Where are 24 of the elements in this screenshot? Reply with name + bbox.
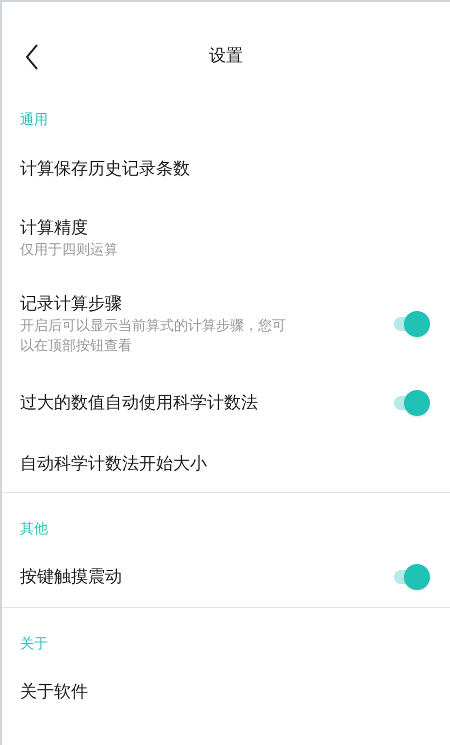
- setting-label: 计算精度: [20, 217, 89, 240]
- settings-row[interactable]: 计算保存历史记录条数: [2, 140, 450, 198]
- setting-label: 过大的数值自动使用科学计数法: [20, 392, 259, 415]
- settings-row[interactable]: 自动科学计数法开始大小: [2, 436, 450, 492]
- settings-row[interactable]: 记录计算步骤 开启后可以显示当前算式的计算步骤，您可以在顶部按钮查看: [2, 278, 450, 370]
- setting-description: 开启后可以显示当前算式的计算步骤，您可以在顶部按钮查看: [20, 317, 287, 356]
- section-header: 其他: [20, 520, 49, 539]
- toggle-switch[interactable]: [392, 390, 430, 416]
- back-icon: [25, 44, 39, 70]
- settings-row[interactable]: 计算精度 仅用于四则运算: [2, 198, 450, 278]
- setting-label: 自动科学计数法开始大小: [20, 453, 208, 476]
- settings-row[interactable]: 按键触摸震动: [2, 547, 450, 607]
- section-header: 通用: [20, 111, 49, 130]
- toggle-switch[interactable]: [392, 311, 430, 337]
- setting-label: 记录计算步骤: [20, 293, 123, 316]
- setting-label: 关于软件: [20, 681, 89, 704]
- setting-description: 仅用于四则运算: [20, 241, 119, 260]
- setting-label: 计算保存历史记录条数: [20, 158, 191, 181]
- setting-label: 按键触摸震动: [20, 566, 123, 589]
- toggle-switch[interactable]: [392, 564, 430, 590]
- page-title: 设置: [209, 45, 243, 68]
- settings-row[interactable]: 过大的数值自动使用科学计数法: [2, 370, 450, 436]
- settings-row[interactable]: 关于软件: [2, 662, 450, 722]
- section-header: 关于: [20, 635, 49, 654]
